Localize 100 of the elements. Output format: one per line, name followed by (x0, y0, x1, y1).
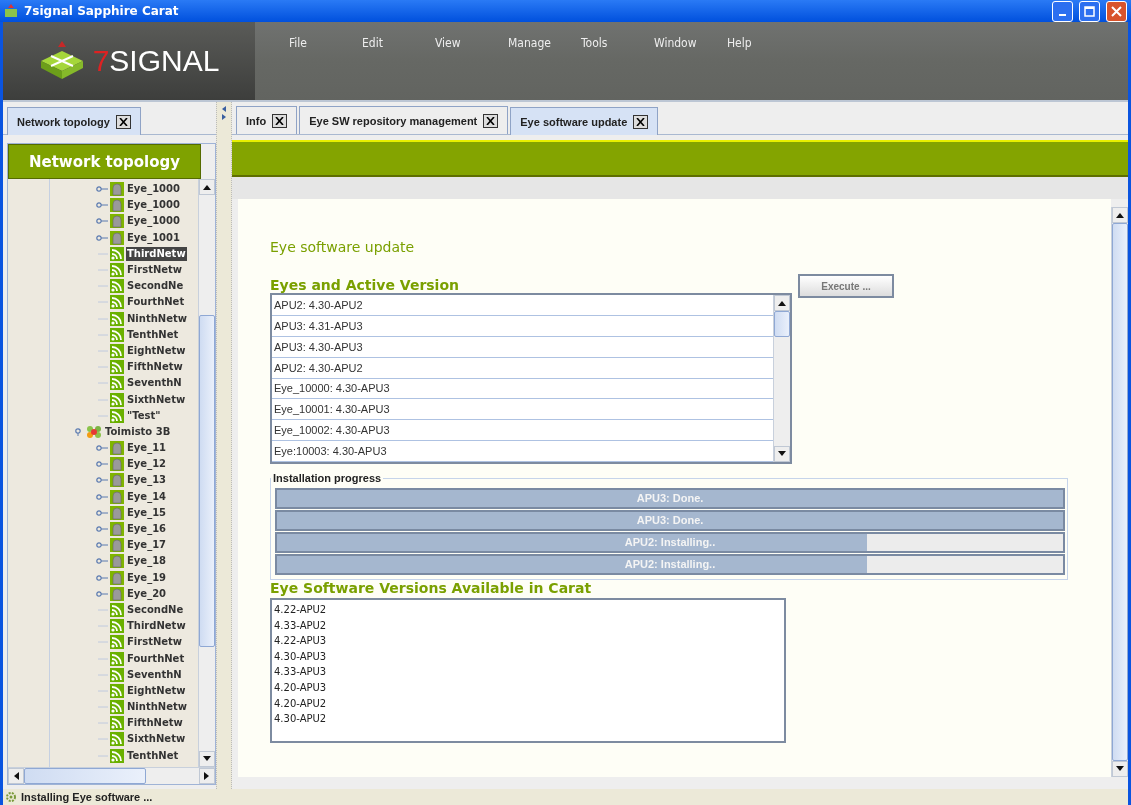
close-icon[interactable] (272, 113, 288, 128)
editor-tab[interactable]: Eye SW repository management (299, 106, 509, 134)
menu-item[interactable]: Edit (362, 36, 435, 50)
tree-item[interactable]: EightNetw (126, 343, 187, 358)
vertical-scrollbar[interactable] (773, 295, 790, 462)
eyes-list[interactable]: APU2: 4.30-APU2 APU3: 4.31-APU3 APU3: 4.30-APU3 APU2: 4.30-APU2 Eye_10000: 4.30-APU3 Eye_10001: 4.30-APU3 Eye_10002: 4.30-APU3 Eye:10003: 4.30-APU3 (270, 293, 792, 464)
list-item[interactable]: APU3: 4.30-APU3 (272, 336, 773, 358)
scrollbar-thumb[interactable] (199, 315, 215, 647)
collapsed-handle-icon[interactable] (96, 201, 108, 210)
tree-item[interactable]: Eye_18 (126, 554, 168, 569)
close-icon[interactable] (115, 114, 131, 129)
collapsed-handle-icon[interactable] (96, 460, 108, 469)
menu-item[interactable]: Help (727, 36, 800, 50)
list-item[interactable]: 4.30-APU2 (274, 711, 782, 727)
tree-item[interactable]: Eye_13 (126, 473, 168, 488)
tree-item[interactable]: TenthNet (126, 748, 180, 763)
collapsed-handle-icon[interactable] (96, 573, 108, 582)
tree-item[interactable]: Eye_15 (126, 505, 168, 520)
collapsed-handle-icon[interactable] (96, 217, 108, 226)
tree-item[interactable]: "Test" (126, 408, 162, 423)
collapsed-handle-icon[interactable] (96, 185, 108, 194)
menu-item[interactable]: Manage (508, 36, 581, 50)
collapsed-handle-icon[interactable] (96, 492, 108, 501)
list-item[interactable]: Eye_10002: 4.30-APU3 (272, 420, 773, 442)
list-item[interactable]: 4.33-APU3 (274, 664, 782, 680)
list-item[interactable]: 4.20-APU2 (274, 695, 782, 712)
list-item[interactable]: 4.20-APU3 (274, 679, 782, 696)
list-item[interactable]: APU3: 4.31-APU3 (272, 315, 773, 337)
tree-item[interactable]: NinthNetw (126, 311, 188, 326)
tree-item[interactable]: FirstNetw (126, 635, 184, 650)
tree-item[interactable]: SixthNetw (126, 392, 187, 407)
tree-item[interactable]: Eye_1000 (126, 198, 181, 213)
menu-item[interactable]: Tools (581, 36, 654, 50)
maximize-button[interactable] (1079, 0, 1100, 22)
tree-item[interactable]: Eye_14 (126, 489, 168, 504)
tree-item[interactable]: Eye_1001 (126, 230, 181, 245)
editor-tab[interactable]: Info (236, 106, 298, 134)
tree-item[interactable]: TenthNet (126, 327, 180, 342)
menu-item[interactable]: View (435, 36, 508, 50)
tree-item[interactable]: Eye_1000 (126, 182, 181, 197)
wifi-icon (110, 408, 124, 423)
list-item[interactable]: Eye:10003: 4.30-APU3 (272, 441, 773, 462)
expanded-handle-icon[interactable] (72, 427, 84, 436)
camera-dome-icon (110, 230, 124, 245)
close-icon[interactable] (633, 114, 649, 129)
list-item[interactable]: 4.33-APU2 (274, 617, 782, 634)
list-item[interactable]: 4.22-APU2 (274, 602, 782, 618)
minimize-button[interactable] (1052, 0, 1073, 22)
tree-item[interactable]: FourthNet (126, 651, 186, 666)
tree-item[interactable]: ThirdNetw (126, 246, 187, 261)
tree-item[interactable]: Eye_16 (126, 522, 168, 537)
tree-item[interactable]: Eye_12 (126, 457, 168, 472)
tree-item[interactable]: EightNetw (126, 683, 187, 698)
panel-tab[interactable]: Network topology (7, 107, 141, 135)
collapsed-handle-icon[interactable] (96, 541, 108, 550)
list-item[interactable]: APU2: 4.30-APU2 (272, 357, 773, 379)
collapsed-handle-icon[interactable] (96, 476, 108, 485)
wifi-icon (110, 246, 124, 261)
tree-item[interactable]: Eye_20 (126, 586, 168, 601)
tree-item[interactable]: SixthNetw (126, 732, 187, 747)
tree-item[interactable]: FourthNet (126, 295, 186, 310)
tree-item[interactable]: Eye_1000 (126, 214, 181, 229)
wifi-icon (110, 327, 124, 342)
tree-item[interactable]: ThirdNetw (126, 619, 187, 634)
horizontal-scrollbar[interactable] (8, 767, 215, 784)
list-item[interactable]: APU2: 4.30-APU2 (272, 295, 773, 316)
scrollbar-thumb[interactable] (24, 768, 146, 784)
tree-item[interactable]: SeventhN (126, 667, 183, 682)
camera-dome-icon (110, 505, 124, 520)
tree-item[interactable]: Eye_17 (126, 538, 168, 553)
tree-item[interactable]: SeventhN (126, 376, 183, 391)
editor-tab[interactable]: Eye software update (510, 107, 659, 135)
collapse-arrows-icon[interactable] (221, 106, 227, 120)
collapsed-handle-icon[interactable] (96, 557, 108, 566)
list-item[interactable]: Eye_10000: 4.30-APU3 (272, 378, 773, 400)
tree-item[interactable]: Toimisto 3B (104, 424, 172, 439)
close-icon[interactable] (483, 113, 499, 128)
scrollbar-thumb[interactable] (774, 311, 790, 337)
menu-item[interactable]: Window (654, 36, 727, 50)
collapsed-handle-icon[interactable] (96, 233, 108, 242)
menu-item[interactable]: File (289, 36, 362, 50)
list-item[interactable]: 4.30-APU3 (274, 648, 782, 665)
tree-item[interactable]: FifthNetw (126, 716, 184, 731)
tree-item[interactable]: Eye_19 (126, 570, 168, 585)
versions-list[interactable]: 4.22-APU2 4.33-APU2 4.22-APU3 4.30-APU3 4.33-APU3 4.20-APU3 4.20-APU2 4.30-APU2 (270, 598, 786, 743)
collapsed-handle-icon[interactable] (96, 525, 108, 534)
collapsed-handle-icon[interactable] (96, 444, 108, 453)
tree-item[interactable]: FifthNetw (126, 360, 184, 375)
tree-item[interactable]: SecondNe (126, 602, 185, 617)
close-button[interactable] (1106, 0, 1127, 22)
list-item[interactable]: 4.22-APU3 (274, 633, 782, 649)
collapsed-handle-icon[interactable] (96, 589, 108, 598)
execute-button[interactable]: Execute ... (798, 274, 894, 298)
list-item[interactable]: Eye_10001: 4.30-APU3 (272, 399, 773, 421)
tree-item[interactable]: SecondNe (126, 279, 185, 294)
collapsed-handle-icon[interactable] (96, 508, 108, 517)
tree-item[interactable]: Eye_11 (126, 441, 168, 456)
tree-item[interactable]: NinthNetw (126, 700, 188, 715)
vertical-scrollbar[interactable] (198, 179, 215, 767)
tree-item[interactable]: FirstNetw (126, 263, 184, 278)
